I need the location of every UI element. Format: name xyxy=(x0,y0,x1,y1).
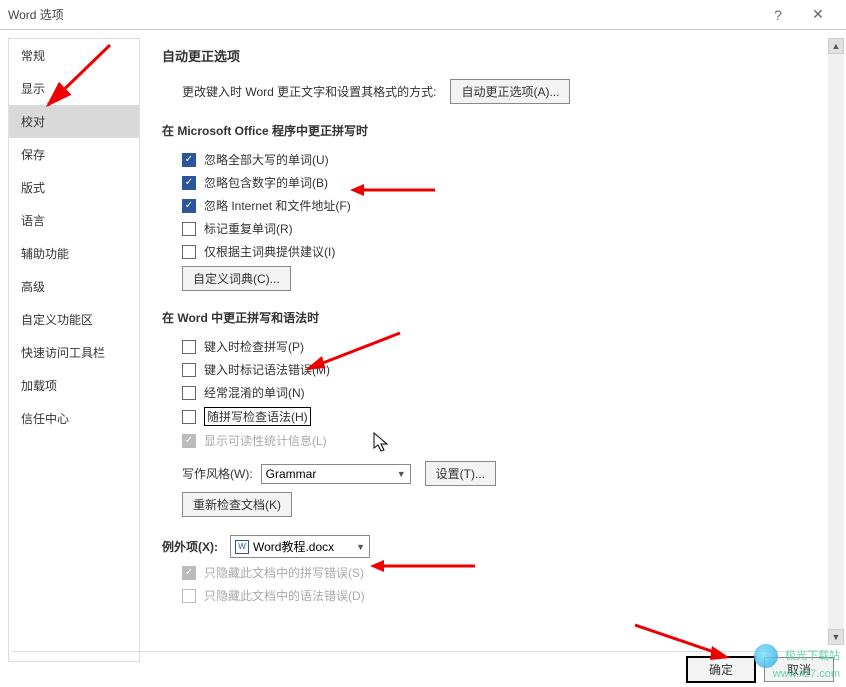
writing-style-settings-button[interactable]: 设置(T)... xyxy=(425,461,496,486)
sidebar-item-advanced[interactable]: 高级 xyxy=(9,270,139,303)
sidebar-item-save[interactable]: 保存 xyxy=(9,138,139,171)
word-spell-heading: 在 Word 中更正拼写和语法时 xyxy=(162,309,828,326)
checkbox-disabled-icon xyxy=(182,589,196,603)
checkbox-unchecked-icon[interactable] xyxy=(182,340,196,354)
hide-grammar-errors-label: 只隐藏此文档中的语法错误(D) xyxy=(204,587,365,604)
mark-grammar-label: 键入时标记语法错误(M) xyxy=(204,361,330,378)
main-dict-only-label: 仅根据主词典提供建议(I) xyxy=(204,243,335,260)
chevron-down-icon: ▼ xyxy=(397,469,406,479)
custom-dictionaries-button[interactable]: 自定义词典(C)... xyxy=(182,266,291,291)
checkbox-checked-icon[interactable]: ✓ xyxy=(182,199,196,213)
flag-repeated-label: 标记重复单词(R) xyxy=(204,220,293,237)
readability-label: 显示可读性统计信息(L) xyxy=(204,432,327,449)
checkbox-disabled-checked-icon: ✓ xyxy=(182,434,196,448)
flag-repeated-row[interactable]: 标记重复单词(R) xyxy=(182,220,828,237)
confused-words-label: 经常混淆的单词(N) xyxy=(204,384,305,401)
checkbox-unchecked-icon[interactable] xyxy=(182,222,196,236)
main-panel: 自动更正选项 更改键入时 Word 更正文字和设置其格式的方式: 自动更正选项(… xyxy=(140,30,846,670)
document-icon: W xyxy=(235,540,249,554)
exceptions-label: 例外项(X): xyxy=(162,538,218,555)
check-spelling-label: 键入时检查拼写(P) xyxy=(204,338,304,355)
exceptions-doc-name: Word教程.docx xyxy=(253,538,334,555)
chevron-down-icon: ▼ xyxy=(356,542,365,552)
window-title: Word 选项 xyxy=(8,6,758,23)
title-bar: Word 选项 ? ✕ xyxy=(0,0,846,30)
writing-style-label: 写作风格(W): xyxy=(182,465,253,482)
checkbox-disabled-checked-icon: ✓ xyxy=(182,566,196,580)
ignore-internet-row[interactable]: ✓ 忽略 Internet 和文件地址(F) xyxy=(182,197,828,214)
sidebar-item-general[interactable]: 常规 xyxy=(9,39,139,72)
ignore-uppercase-row[interactable]: ✓ 忽略全部大写的单词(U) xyxy=(182,151,828,168)
checkbox-checked-icon[interactable]: ✓ xyxy=(182,176,196,190)
ok-button[interactable]: 确定 xyxy=(686,656,756,683)
grammar-with-spell-label: 随拼写检查语法(H) xyxy=(204,407,311,426)
help-button[interactable]: ? xyxy=(758,7,798,23)
recheck-document-button[interactable]: 重新检查文档(K) xyxy=(182,492,292,517)
ignore-numbers-row[interactable]: ✓ 忽略包含数字的单词(B) xyxy=(182,174,828,191)
sidebar-item-addins[interactable]: 加载项 xyxy=(9,369,139,402)
grammar-with-spell-row[interactable]: 随拼写检查语法(H) xyxy=(182,407,828,426)
sidebar-item-layout[interactable]: 版式 xyxy=(9,171,139,204)
sidebar-item-accessibility[interactable]: 辅助功能 xyxy=(9,237,139,270)
main-dict-only-row[interactable]: 仅根据主词典提供建议(I) xyxy=(182,243,828,260)
sidebar-item-customize-ribbon[interactable]: 自定义功能区 xyxy=(9,303,139,336)
ignore-numbers-label: 忽略包含数字的单词(B) xyxy=(204,174,328,191)
checkbox-unchecked-icon[interactable] xyxy=(182,386,196,400)
sidebar-item-trust[interactable]: 信任中心 xyxy=(9,402,139,435)
scroll-down-arrow-icon[interactable]: ▼ xyxy=(828,629,844,645)
autocorrect-desc: 更改键入时 Word 更正文字和设置其格式的方式: xyxy=(182,83,436,100)
confused-words-row[interactable]: 经常混淆的单词(N) xyxy=(182,384,828,401)
sidebar-item-display[interactable]: 显示 xyxy=(9,72,139,105)
check-spelling-row[interactable]: 键入时检查拼写(P) xyxy=(182,338,828,355)
ignore-internet-label: 忽略 Internet 和文件地址(F) xyxy=(204,197,351,214)
autocorrect-heading: 自动更正选项 xyxy=(162,46,828,65)
content-area: 常规 显示 校对 保存 版式 语言 辅助功能 高级 自定义功能区 快速访问工具栏… xyxy=(0,30,846,670)
checkbox-checked-icon[interactable]: ✓ xyxy=(182,153,196,167)
hide-grammar-errors-row: 只隐藏此文档中的语法错误(D) xyxy=(182,587,828,604)
sidebar: 常规 显示 校对 保存 版式 语言 辅助功能 高级 自定义功能区 快速访问工具栏… xyxy=(8,38,140,662)
close-button[interactable]: ✕ xyxy=(798,6,838,23)
checkbox-unchecked-icon[interactable] xyxy=(182,363,196,377)
vertical-scrollbar[interactable]: ▲ ▼ xyxy=(828,38,844,645)
readability-row: ✓ 显示可读性统计信息(L) xyxy=(182,432,828,449)
hide-spelling-errors-label: 只隐藏此文档中的拼写错误(S) xyxy=(204,564,364,581)
checkbox-unchecked-icon[interactable] xyxy=(182,410,196,424)
sidebar-item-language[interactable]: 语言 xyxy=(9,204,139,237)
hide-spelling-errors-row: ✓ 只隐藏此文档中的拼写错误(S) xyxy=(182,564,828,581)
sidebar-item-quick-access[interactable]: 快速访问工具栏 xyxy=(9,336,139,369)
checkbox-unchecked-icon[interactable] xyxy=(182,245,196,259)
dialog-footer: 确定 取消 xyxy=(12,651,834,687)
scroll-up-arrow-icon[interactable]: ▲ xyxy=(828,38,844,54)
writing-style-value: Grammar xyxy=(266,467,317,481)
mark-grammar-row[interactable]: 键入时标记语法错误(M) xyxy=(182,361,828,378)
sidebar-item-proofing[interactable]: 校对 xyxy=(9,105,139,138)
cancel-button[interactable]: 取消 xyxy=(764,657,834,682)
ignore-uppercase-label: 忽略全部大写的单词(U) xyxy=(204,151,329,168)
office-spell-heading: 在 Microsoft Office 程序中更正拼写时 xyxy=(162,122,828,139)
autocorrect-options-button[interactable]: 自动更正选项(A)... xyxy=(450,79,570,104)
writing-style-select[interactable]: Grammar ▼ xyxy=(261,464,411,484)
exceptions-doc-select[interactable]: W Word教程.docx ▼ xyxy=(230,535,370,558)
